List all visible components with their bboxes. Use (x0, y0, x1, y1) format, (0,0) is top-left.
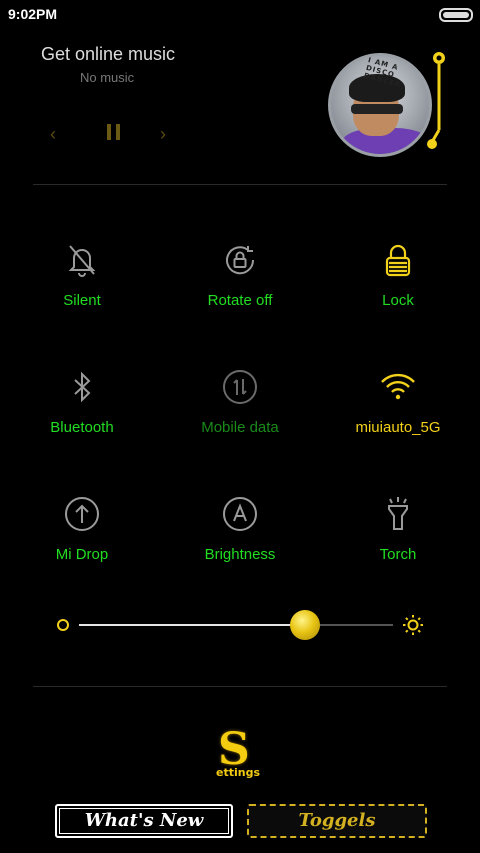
rotation-lock-icon (226, 246, 255, 275)
mobile-data-icon (223, 370, 257, 404)
battery-icon (439, 8, 473, 22)
pause-icon[interactable] (104, 124, 124, 142)
next-track-icon[interactable]: › (160, 124, 166, 145)
toggle-label: miuiauto_5G (355, 419, 441, 436)
toggle-label: Torch (379, 546, 417, 563)
tonearm-icon (427, 52, 445, 149)
toggle-label: Brightness (204, 546, 276, 563)
brightness-track[interactable] (79, 624, 393, 626)
toggle-label: Bluetooth (50, 419, 114, 436)
brightness-slider[interactable] (0, 600, 480, 650)
toggle-label: Rotate off (207, 292, 273, 309)
toggle-label: Silent (63, 292, 101, 309)
toggle-lock[interactable]: Lock (318, 242, 478, 352)
bluetooth-icon (74, 371, 91, 403)
album-art[interactable]: I AM A DISCO DANCER (328, 53, 432, 157)
status-time: 9:02PM (8, 6, 58, 22)
toggle-mi-drop[interactable]: Mi Drop (2, 496, 162, 606)
flashlight-icon (388, 497, 408, 530)
settings-logo-text: ettings (216, 766, 260, 779)
toggle-torch[interactable]: Torch (318, 496, 478, 606)
toggle-brightness[interactable]: Brightness (160, 496, 320, 606)
whats-new-button[interactable]: What's New (55, 804, 233, 838)
previous-track-icon[interactable]: ‹ (50, 124, 56, 145)
toggle-label: Mobile data (201, 419, 279, 436)
brightness-knob[interactable] (290, 610, 321, 640)
toggle-wifi[interactable]: miuiauto_5G (318, 369, 478, 479)
brightness-high-icon (403, 615, 423, 635)
toggels-button[interactable]: Toggels (247, 804, 427, 838)
toggle-bluetooth[interactable]: Bluetooth (2, 369, 162, 479)
divider (33, 686, 447, 687)
toggle-label: Lock (382, 292, 414, 309)
auto-brightness-icon (223, 497, 257, 531)
toggle-silent[interactable]: Silent (2, 242, 162, 352)
divider (33, 184, 447, 185)
music-title[interactable]: Get online music (41, 44, 175, 65)
settings-logo[interactable]: S ettings (210, 724, 270, 782)
bell-off-icon (68, 245, 96, 277)
upload-arrow-icon (65, 497, 99, 531)
toggle-rotate[interactable]: Rotate off (160, 242, 320, 352)
padlock-icon (385, 244, 411, 277)
wifi-icon (381, 373, 415, 400)
music-subtitle: No music (80, 70, 135, 85)
toggle-mobile-data[interactable]: Mobile data (160, 369, 320, 479)
brightness-low-icon (57, 619, 69, 631)
toggle-label: Mi Drop (55, 546, 109, 563)
status-bar: 9:02PM (0, 0, 480, 28)
